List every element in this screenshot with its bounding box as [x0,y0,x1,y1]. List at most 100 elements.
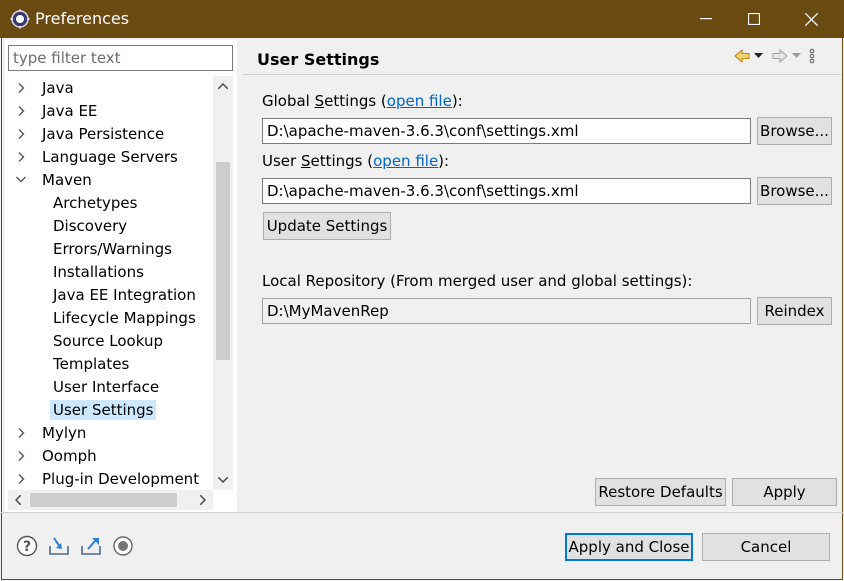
tree-item-label: Archetypes [53,193,138,212]
tree-item-label: Errors/Warnings [53,239,172,258]
global-browse-button[interactable]: Browse... [757,117,832,145]
scroll-down-icon[interactable] [216,473,230,487]
page-nav-toolbar [734,47,815,65]
scroll-thumb[interactable] [216,162,230,360]
tree-item-java-ee[interactable]: Java EE [14,99,100,122]
import-icon[interactable] [48,535,70,557]
help-icon[interactable]: ? [16,535,38,557]
window-title: Preferences [35,9,130,28]
tree-item-archetypes[interactable]: Archetypes [50,191,140,214]
tree-item-oomph[interactable]: Oomph [14,444,100,467]
global-settings-mnemonic: S [314,92,325,110]
tree-item-lifecycle-mappings[interactable]: Lifecycle Mappings [50,306,199,329]
tree-item-label: Discovery [53,216,128,235]
tree-horizontal-scrollbar[interactable] [8,490,213,510]
global-settings-field[interactable] [262,118,751,144]
user-browse-button[interactable]: Browse... [757,177,832,205]
tree-item-plug-in-development[interactable]: Plug-in Development [14,467,202,490]
horizontal-scroll-thumb[interactable] [30,493,177,507]
user-settings-field[interactable] [262,178,751,204]
tree-item-label: Mylyn [42,423,87,442]
back-arrow-icon[interactable] [734,47,750,65]
preference-tree: Java Java EE Java Persistence Language Serv… [8,76,213,490]
user-settings-label-prefix: User [262,152,301,170]
tree-item-label: Plug-in Development [42,469,200,488]
chevron-right-icon[interactable] [14,150,28,164]
chevron-right-icon[interactable] [14,426,28,440]
view-menu-icon[interactable] [809,47,815,65]
tree-item-discovery[interactable]: Discovery [50,214,130,237]
title-bar: Preferences [0,0,844,38]
gear-icon [10,9,30,29]
forward-dropdown-icon[interactable] [792,47,801,65]
tree-item-java[interactable]: Java [14,76,77,99]
tree-item-label: Source Lookup [53,331,163,350]
tree-item-label: Templates [53,354,130,373]
apply-and-close-button[interactable]: Apply and Close [565,533,693,561]
tree-item-errors-warnings[interactable]: Errors/Warnings [50,237,175,260]
tree-item-label: User Interface [53,377,160,396]
local-repository-input[interactable] [263,299,750,323]
tree-item-label: Lifecycle Mappings [53,308,196,327]
chevron-down-icon[interactable] [14,173,28,187]
maximize-icon [748,13,760,25]
tree-item-label: Maven [42,170,92,189]
scroll-left-icon[interactable] [11,493,25,507]
tree-item-label: Java EE [42,101,98,120]
update-settings-button[interactable]: Update Settings [263,212,391,240]
page-title: User Settings [257,50,380,69]
footer-toolbar: ? [16,535,134,557]
tree-item-user-settings[interactable]: User Settings [50,398,157,421]
tree-item-label: Language Servers [42,147,178,166]
global-settings-input[interactable] [263,119,750,143]
tree-item-maven[interactable]: Maven [14,168,95,191]
restore-defaults-button[interactable]: Restore Defaults [595,478,726,506]
global-settings-label-rest: ettings ( [324,92,387,110]
minimize-icon [700,18,712,20]
user-settings-input[interactable] [263,179,750,203]
record-icon[interactable] [112,535,134,557]
chevron-right-icon[interactable] [14,449,28,463]
tree-item-language-servers[interactable]: Language Servers [14,145,181,168]
header-separator [243,74,841,75]
tree-item-label: Installations [53,262,144,281]
tree-item-installations[interactable]: Installations [50,260,147,283]
footer-separator [1,512,843,513]
filter-input[interactable] [9,46,232,70]
tree-item-java-ee-integration[interactable]: Java EE Integration [50,283,199,306]
tree-item-label: User Settings [50,399,157,420]
cancel-button[interactable]: Cancel [702,533,830,561]
local-repository-field[interactable] [262,298,751,324]
scroll-right-icon[interactable] [196,493,210,507]
filter-input-box[interactable] [8,45,233,71]
maximize-button[interactable] [731,0,777,38]
tree-item-label: Oomph [42,446,97,465]
user-open-file-link[interactable]: open file [373,152,438,170]
forward-arrow-icon[interactable] [772,47,788,65]
tree-item-java-persistence[interactable]: Java Persistence [14,122,167,145]
close-button[interactable] [788,0,834,38]
global-settings-label-prefix: Global [262,92,315,110]
chevron-right-icon[interactable] [14,81,28,95]
tree-item-source-lookup[interactable]: Source Lookup [50,329,166,352]
tree-item-user-interface[interactable]: User Interface [50,375,162,398]
svg-text:?: ? [23,539,31,555]
user-settings-label-rest: ettings ( [310,152,374,170]
user-settings-mnemonic: S [300,152,311,170]
tree-item-mylyn[interactable]: Mylyn [14,421,89,444]
back-dropdown-icon[interactable] [754,47,763,65]
chevron-right-icon[interactable] [14,127,28,141]
user-settings-label-suffix: ): [438,152,450,170]
global-open-file-link[interactable]: open file [387,92,452,110]
tree-vertical-scrollbar[interactable] [213,76,233,490]
chevron-right-icon[interactable] [14,104,28,118]
tree-item-templates[interactable]: Templates [50,352,132,375]
minimize-button[interactable] [683,0,729,38]
scroll-up-icon[interactable] [216,79,230,93]
apply-button[interactable]: Apply [732,478,837,506]
reindex-button[interactable]: Reindex [757,297,832,325]
tree-item-label: Java Persistence [42,124,165,143]
chevron-right-icon[interactable] [14,472,28,486]
export-icon[interactable] [80,535,102,557]
user-settings-label: User Settings (open file): [262,152,449,170]
